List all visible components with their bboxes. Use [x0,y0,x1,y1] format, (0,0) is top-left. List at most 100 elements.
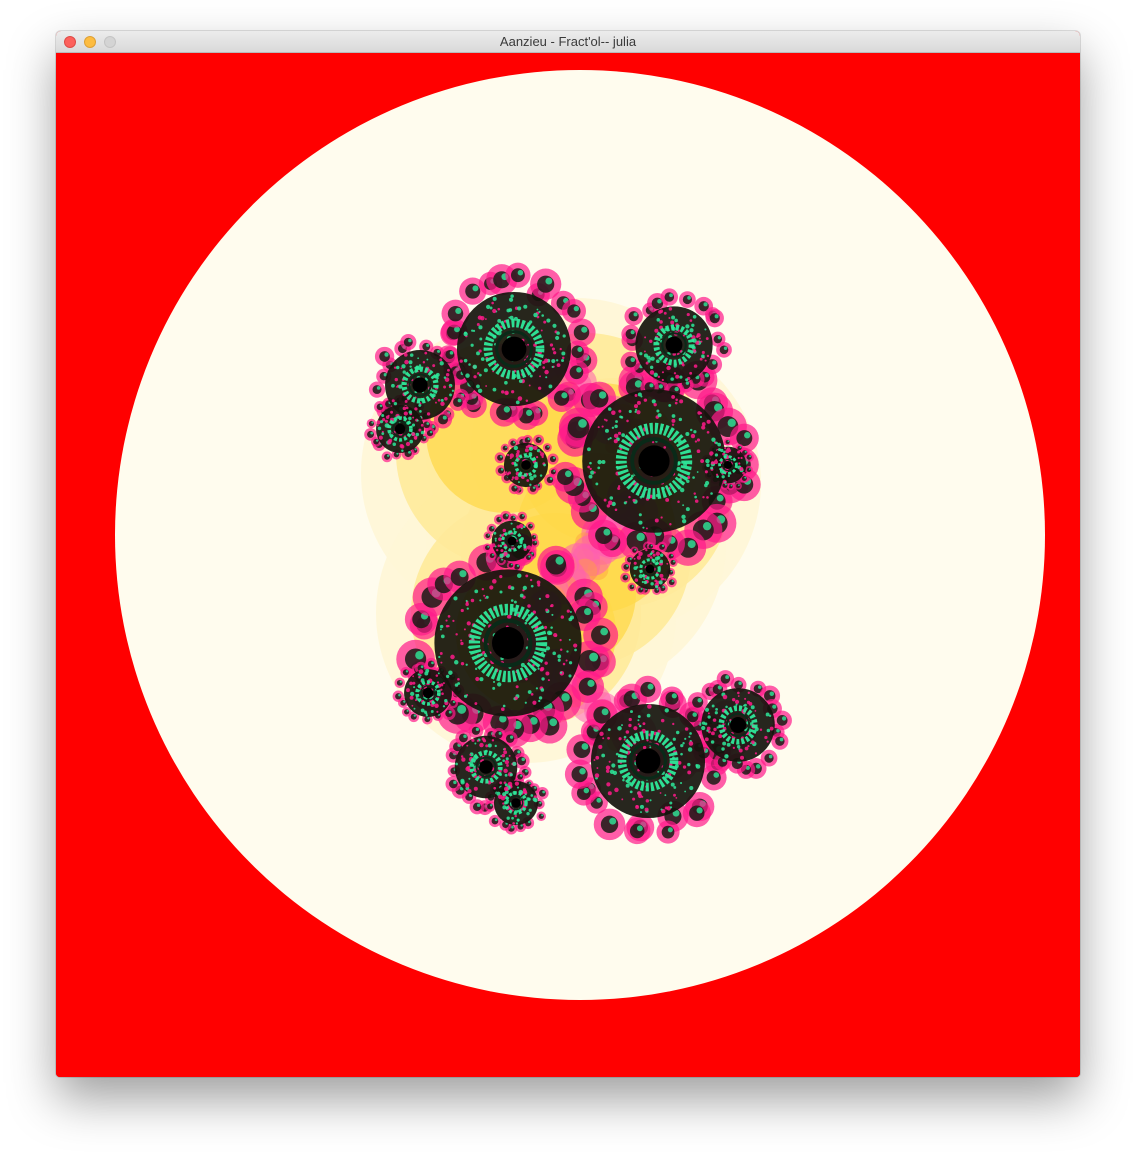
speckle [588,474,593,479]
speckle [528,384,531,387]
petal-dot [399,680,402,683]
speckle [672,722,675,726]
petal-dot [492,553,494,556]
speckle [474,589,479,594]
speckle [670,320,675,325]
title-bar[interactable]: Aanzieu - Fract'ol-- julia [56,31,1080,53]
petal-dot [714,314,719,319]
petal-dot [578,419,587,428]
speckle [754,752,758,755]
speckle [543,358,549,363]
speckle [448,670,453,675]
speckle [738,748,743,753]
speckle [529,483,532,487]
speckle [649,370,655,375]
speckle [740,456,743,460]
petal-core [550,469,556,475]
speckle [556,331,560,335]
petal-dot [738,681,742,685]
speckle [505,471,508,474]
speckle [628,409,632,414]
speckle [680,743,684,748]
speckle [530,584,534,588]
speckle [447,368,450,372]
app-window: Aanzieu - Fract'ol-- julia [56,31,1080,1077]
speckle [522,788,527,792]
speckle [722,741,727,746]
petal-dot [601,708,609,716]
petal-dot [596,797,602,803]
petal-dot [670,570,673,573]
speckle [701,425,706,430]
petal-core [502,513,509,520]
petal-dot [561,392,568,399]
petal-core [489,553,495,559]
petal-dot [577,347,583,353]
petal-core [376,403,384,411]
speckle [589,467,592,470]
speckle [609,436,612,440]
speckle [499,781,503,785]
petal-core [659,544,665,550]
speckle [597,466,601,470]
speckle [537,583,541,587]
petal-core [573,324,590,341]
speckle [640,811,642,814]
petal-dot [530,524,533,527]
petal-dot [755,764,761,769]
petal-core [424,716,431,723]
speckle [440,688,443,691]
petal-dot [636,532,645,542]
speckle [633,561,637,565]
speckle [439,358,443,362]
speckle [539,667,544,672]
speckle [481,587,485,591]
speckle [711,704,715,708]
speckle [609,769,615,774]
speckle [614,508,618,512]
speckle [465,599,468,602]
speckle [460,608,464,613]
petal-core [379,351,390,362]
speckle [734,699,740,704]
petal-core [526,555,531,561]
speckle [470,598,475,603]
petal-dot [476,803,481,807]
speckle [492,387,497,392]
petal-dot [671,580,674,583]
speckle [476,739,479,742]
petal-core [665,691,679,705]
speckle [594,773,600,778]
petal-dot [749,455,752,458]
speckle [696,335,699,339]
speckle [656,409,660,413]
speckle [711,437,716,442]
speckle [443,385,447,389]
julia-fractal-render [56,53,1080,1077]
speckle [524,448,529,453]
speckle [506,308,511,313]
speckle [699,415,703,419]
petal-core [549,455,557,463]
speckle [540,452,545,457]
petal-core [517,773,523,780]
speckle [722,694,728,700]
speckle [514,476,519,481]
petal-core [544,445,550,450]
speckle [645,361,649,365]
petal-dot [725,675,730,680]
speckle [463,331,468,337]
fractal-canvas[interactable] [56,53,1080,1077]
speckle [725,449,730,454]
speckle [499,575,503,579]
speckle [548,631,553,635]
petal-dot [727,440,730,443]
petal-core [668,579,675,586]
speckle [732,746,736,750]
speckle [727,474,731,478]
speckle [635,805,638,808]
speckle [523,543,527,547]
speckle [549,343,554,347]
speckle [533,474,537,478]
speckle [524,793,527,796]
